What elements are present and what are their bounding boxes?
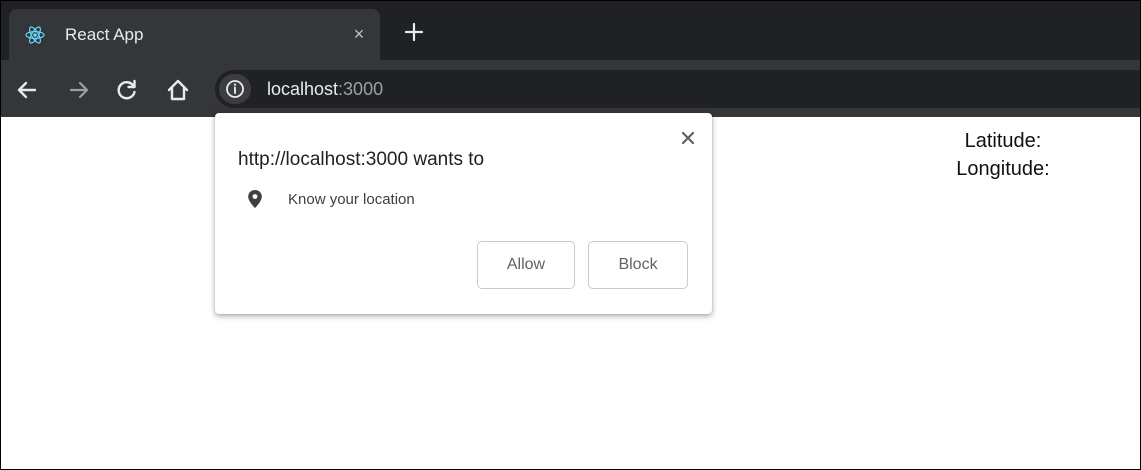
latitude-label: Latitude: bbox=[964, 130, 1042, 152]
tab-close-icon[interactable]: × bbox=[348, 23, 370, 45]
longitude-label: Longitude: bbox=[956, 158, 1050, 180]
permission-dialog-title: http://localhost:3000 wants to bbox=[238, 149, 485, 170]
reload-icon[interactable] bbox=[113, 76, 141, 104]
browser-toolbar: localhost:3000 bbox=[1, 60, 1140, 117]
close-icon[interactable] bbox=[677, 127, 699, 149]
home-icon[interactable] bbox=[164, 76, 192, 104]
tab-strip: React App × bbox=[1, 1, 1140, 60]
info-icon[interactable] bbox=[219, 74, 251, 104]
tab-react-app[interactable]: React App × bbox=[9, 9, 380, 60]
url-text: localhost:3000 bbox=[267, 79, 383, 99]
url-port: :3000 bbox=[338, 79, 384, 99]
allow-button[interactable]: Allow bbox=[477, 241, 575, 289]
coordinates-display: Latitude: Longitude: bbox=[913, 127, 1093, 183]
location-pin-icon bbox=[247, 189, 263, 209]
arrow-right-icon[interactable] bbox=[65, 76, 93, 104]
plus-icon[interactable] bbox=[401, 19, 427, 45]
tab-title: React App bbox=[65, 25, 144, 44]
browser-window: React App × localhost:3000 Latitude: Lon… bbox=[0, 0, 1141, 470]
block-button[interactable]: Block bbox=[588, 241, 688, 289]
url-host: localhost bbox=[267, 79, 339, 99]
react-logo-icon bbox=[25, 25, 45, 45]
permission-label: Know your location bbox=[288, 191, 415, 208]
address-bar[interactable]: localhost:3000 bbox=[215, 70, 1140, 108]
arrow-left-icon[interactable] bbox=[13, 76, 41, 104]
location-permission-dialog: http://localhost:3000 wants to Know your… bbox=[215, 113, 712, 314]
